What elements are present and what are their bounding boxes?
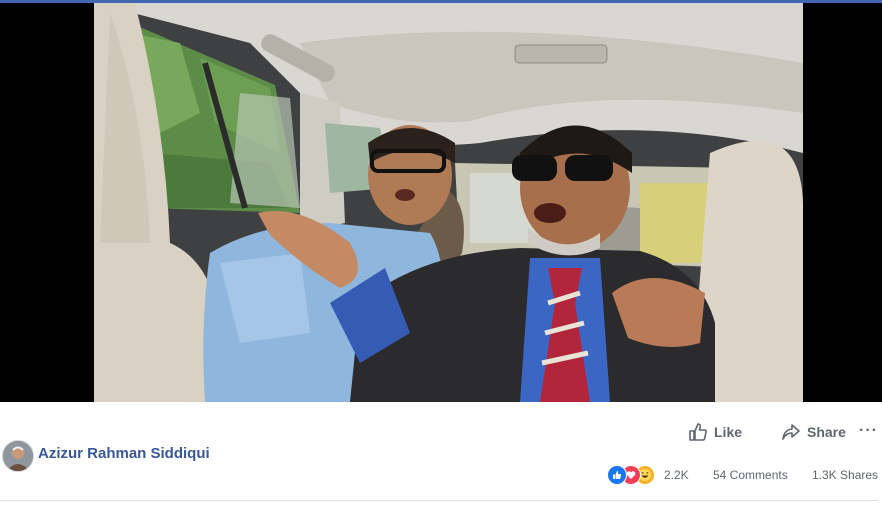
share-label: Share: [807, 424, 846, 440]
shares-count-link[interactable]: 1.3K Shares: [812, 468, 878, 482]
divider: [0, 500, 878, 501]
profile-photo-icon: [3, 441, 33, 471]
thumbs-up-icon: [689, 423, 707, 441]
video-player[interactable]: [0, 3, 882, 402]
more-options-icon[interactable]: ···: [859, 422, 878, 440]
video-frame: [0, 3, 882, 402]
share-button[interactable]: Share: [781, 422, 846, 442]
share-arrow-icon: [782, 424, 800, 440]
reaction-icons[interactable]: [607, 465, 663, 485]
reaction-count[interactable]: 2.2K: [664, 468, 689, 482]
post-footer: Azizur Rahman Siddiqui Like Share ··· 2.…: [0, 402, 882, 515]
author-avatar[interactable]: [2, 440, 34, 472]
comments-count-link[interactable]: 54 Comments: [713, 468, 788, 482]
like-label: Like: [714, 424, 743, 440]
like-button[interactable]: Like: [688, 422, 742, 442]
like-reaction-icon: [607, 465, 627, 485]
author-name-link[interactable]: Azizur Rahman Siddiqui: [38, 445, 210, 462]
